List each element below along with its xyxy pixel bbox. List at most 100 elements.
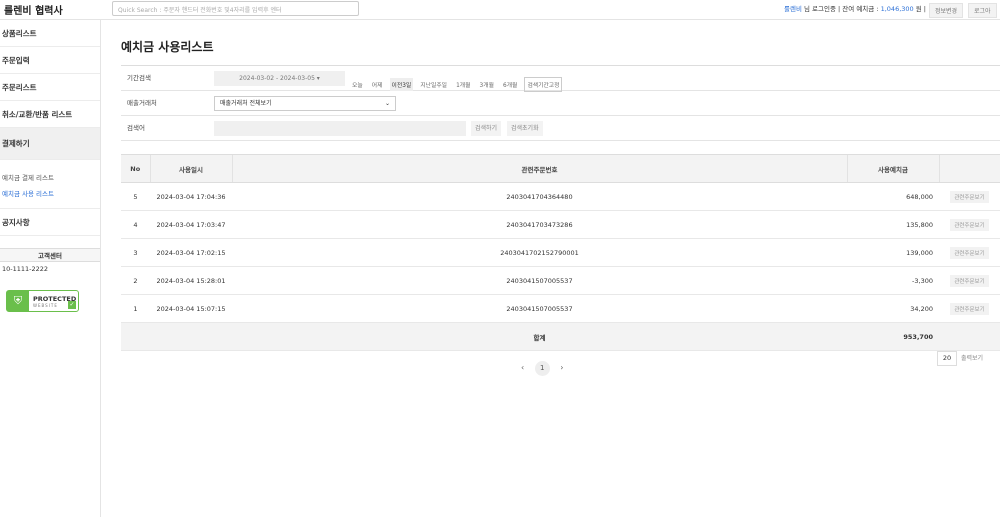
row-no: 3 [121,238,150,267]
filter-panel: 기간검색 2024-03-02 - 2024-03-05 ▾ 오늘 어제 이전3… [121,65,1000,141]
sidebar-item-order-input[interactable]: 주문입력 [0,47,100,74]
usage-table: No 사용일시 관련주문번호 사용예치금 5 2024-03-04 17:04:… [121,154,1000,351]
col-no: No [121,154,150,183]
pagination: ‹ 1 › [521,361,564,376]
row-amount: 34,200 [847,294,939,323]
row-action-cell: 관련주문보기 [939,294,1000,323]
date-range-picker[interactable]: 2024-03-02 - 2024-03-05 ▾ [214,71,345,86]
reset-search-button[interactable]: 검색초기화 [507,121,543,136]
sum-row: 합계 953,700 [121,322,1000,351]
seller-label: 매출거래처 [127,99,157,107]
period-chips: 오늘 어제 이전3일 지난일주일 1개월 3개월 6개월 검색기간고정 [350,72,563,92]
shield-icon: ⛨ [7,291,29,311]
sum-value: 953,700 [847,322,939,351]
row-order-number: 2403041703473286 [232,210,847,239]
row-amount: 648,000 [847,182,939,211]
chip-yesterday[interactable]: 어제 [370,78,385,91]
row-amount: 135,800 [847,210,939,239]
user-name: 룰렌비 [783,5,802,13]
sidebar-sub-deposit-usage[interactable]: 예치금 사용 리스트 [2,186,100,202]
prev-page-icon[interactable]: ‹ [521,363,524,372]
table-row: 4 2024-03-04 17:03:47 2403041703473286 1… [121,210,1000,239]
next-page-icon[interactable]: › [560,363,563,372]
sum-spacer [150,322,232,351]
customer-center-title: 고객센터 [0,248,100,262]
row-date: 2024-03-04 17:02:15 [150,238,232,267]
row-action-cell: 관련주문보기 [939,182,1000,211]
sum-spacer [121,322,150,351]
seller-select[interactable]: 매출거래처 전체보기 ⌄ [214,96,396,111]
sidebar-item-notice[interactable]: 공지사항 [0,209,100,236]
chip-1-month[interactable]: 1개월 [454,78,472,91]
balance-unit: 원 | [913,5,926,13]
badge-subtitle: WEBSITE [33,303,58,308]
sidebar-sub-deposit-payments[interactable]: 예치금 결제 리스트 [2,170,100,186]
top-bar: 룰렌비 협력사 Quick Search : 주문자 핸드터 전화번호 및4자리… [0,0,1000,20]
chip-last-3-days[interactable]: 이전3일 [389,78,414,91]
sidebar-item-order-list[interactable]: 주문리스트 [0,74,100,101]
sidebar-item-returns[interactable]: 취소/교환/반품 리스트 [0,101,100,128]
row-order-number: 2403041507005537 [232,294,847,323]
page-title: 예치금 사용리스트 [121,40,214,54]
customer-center-phone: 10-1111-2222 [2,265,49,273]
row-no: 1 [121,294,150,323]
keyword-input[interactable] [214,121,466,136]
row-no: 2 [121,266,150,295]
sidebar-item-products[interactable]: 상품리스트 [0,20,100,47]
view-order-button[interactable]: 관련주문보기 [950,302,989,315]
row-order-number: 2403041704364480 [232,182,847,211]
main-content: 예치금 사용리스트 기간검색 2024-03-02 - 2024-03-05 ▾… [101,20,1000,517]
view-order-button[interactable]: 관련주문보기 [950,274,989,287]
user-status: 님 로그인중 | 잔여 예치금 : [801,5,881,13]
row-action-cell: 관련주문보기 [939,238,1000,267]
row-action-cell: 관련주문보기 [939,210,1000,239]
col-order-number: 관련주문번호 [231,154,847,183]
view-order-button[interactable]: 관련주문보기 [950,190,989,203]
user-info: 룰렌비 님 로그인중 | 잔여 예치금 : 1,046,300 원 | [784,3,926,13]
row-date: 2024-03-04 17:03:47 [150,210,232,239]
table-header-row: No 사용일시 관련주문번호 사용예치금 [121,154,1000,183]
sum-spacer [939,322,1000,351]
row-no: 5 [121,182,150,211]
view-order-button[interactable]: 관련주문보기 [950,218,989,231]
table-row: 2 2024-03-04 15:28:01 2403041507005537 -… [121,266,1000,295]
keyword-label: 검색어 [127,124,145,132]
chip-3-months[interactable]: 3개월 [478,78,496,91]
check-icon: ✓ [68,301,76,309]
row-amount: 139,000 [847,238,939,267]
row-order-number: 2403041507005537 [232,266,847,295]
keyword-row: 검색어 검색하기 검색초기화 [121,116,1000,141]
row-date: 2024-03-04 17:04:36 [150,182,232,211]
row-date: 2024-03-04 15:28:01 [150,266,232,295]
sidebar: 상품리스트 주문입력 주문리스트 취소/교환/반품 리스트 결제하기 예치금 결… [0,20,101,517]
row-date: 2024-03-04 15:07:15 [150,294,232,323]
chip-last-week[interactable]: 지난일주일 [418,78,449,91]
logout-button[interactable]: 로그아 [968,3,997,18]
per-page-select[interactable]: 20 [937,351,957,366]
row-no: 4 [121,210,150,239]
fix-period-button[interactable]: 검색기간고정 [524,77,563,92]
chip-today[interactable]: 오늘 [350,78,365,91]
print-view-button[interactable]: 출력보기 [961,353,983,362]
row-action-cell: 관련주문보기 [939,266,1000,295]
search-button[interactable]: 검색하기 [471,121,502,136]
row-amount: -3,300 [847,266,939,295]
period-row: 기간검색 2024-03-02 - 2024-03-05 ▾ 오늘 어제 이전3… [121,66,1000,92]
sidebar-item-payment[interactable]: 결제하기 [0,128,100,160]
sidebar-submenu: 예치금 결제 리스트 예치금 사용 리스트 [0,160,100,209]
quick-search-input[interactable]: Quick Search : 주문자 핸드터 전화번호 및4자리를 입력후 엔터 [112,1,359,16]
view-order-button[interactable]: 관련주문보기 [950,246,989,259]
page-number-current[interactable]: 1 [534,361,550,376]
chip-6-months[interactable]: 6개월 [501,78,519,91]
chevron-down-icon: ⌄ [384,100,390,107]
edit-info-button[interactable]: 정보변경 [929,3,964,18]
protected-website-badge: ⛨ PROTECTED WEBSITE ✓ [6,290,79,312]
balance-value: 1,046,300 [880,5,914,13]
col-date: 사용일시 [149,154,232,183]
row-order-number: 240304170215279000​1 [232,238,847,267]
table-row: 1 2024-03-04 15:07:15 2403041507005537 3… [121,294,1000,323]
col-action [938,154,1000,183]
seller-select-value: 매출거래처 전체보기 [220,100,272,107]
period-label: 기간검색 [127,74,151,82]
sum-label: 합계 [232,322,847,351]
